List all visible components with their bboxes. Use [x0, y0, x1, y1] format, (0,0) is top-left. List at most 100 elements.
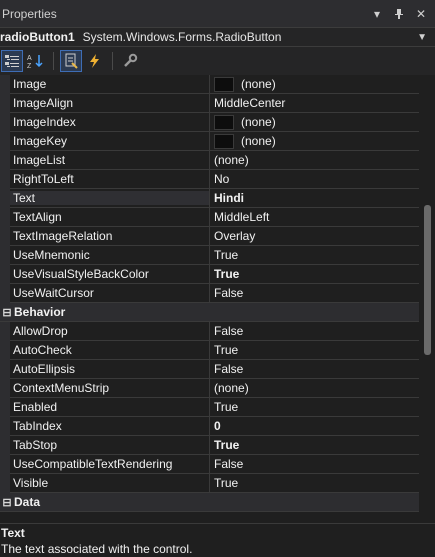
property-value-text: False	[214, 286, 244, 300]
properties-icon[interactable]	[60, 50, 82, 72]
property-row[interactable]: TextAlign MiddleLeft	[0, 207, 419, 227]
property-value[interactable]: True	[209, 264, 419, 284]
property-row[interactable]: UseWaitCursor False	[0, 283, 419, 303]
property-value[interactable]: Hindi	[209, 188, 419, 208]
row-gutter	[0, 264, 10, 284]
property-value[interactable]: True	[209, 245, 419, 265]
svg-text:Z: Z	[27, 63, 32, 69]
category-label: Data	[14, 495, 41, 509]
property-pages-icon[interactable]	[120, 51, 140, 71]
property-value[interactable]: MiddleLeft	[209, 207, 419, 227]
property-value[interactable]: (none)	[209, 150, 419, 170]
category-behavior[interactable]: ⊟ Behavior	[0, 303, 419, 322]
svg-text:A: A	[27, 55, 32, 62]
property-value-text: Hindi	[214, 191, 244, 205]
property-value[interactable]: (none)	[209, 112, 419, 132]
toolbar-separator	[53, 52, 54, 70]
categorized-icon[interactable]	[1, 50, 23, 72]
property-value[interactable]: (none)	[209, 75, 419, 94]
collapse-icon[interactable]: ⊟	[0, 306, 14, 319]
property-name: TextAlign	[13, 210, 62, 224]
alphabetical-icon[interactable]: A Z	[26, 51, 46, 71]
description-title: Text	[1, 526, 25, 540]
property-row[interactable]: TabStop True	[0, 435, 419, 455]
property-row[interactable]: TextImageRelation Overlay	[0, 226, 419, 246]
property-row[interactable]: Image (none)	[0, 75, 419, 94]
row-gutter	[0, 454, 10, 474]
property-name: ImageAlign	[13, 96, 74, 110]
close-icon[interactable]: ✕	[413, 6, 429, 22]
property-row[interactable]: ImageList (none)	[0, 150, 419, 170]
property-row[interactable]: ImageIndex (none)	[0, 112, 419, 132]
property-value[interactable]: True	[209, 435, 419, 455]
property-name: RightToLeft	[13, 172, 74, 186]
collapse-icon[interactable]: ⊟	[0, 496, 14, 509]
vertical-scrollbar[interactable]	[419, 75, 435, 517]
property-value-text: MiddleLeft	[214, 210, 270, 224]
property-value[interactable]: No	[209, 169, 419, 189]
property-value[interactable]: (none)	[209, 131, 419, 151]
property-row[interactable]: Visible True	[0, 473, 419, 493]
property-value[interactable]: True	[209, 340, 419, 360]
row-gutter	[0, 321, 10, 341]
property-row[interactable]: UseCompatibleTextRendering False	[0, 454, 419, 474]
property-value[interactable]: False	[209, 359, 419, 379]
row-gutter	[0, 340, 10, 360]
property-name: UseCompatibleTextRendering	[13, 457, 173, 471]
row-gutter	[0, 378, 10, 398]
property-row[interactable]: AutoEllipsis False	[0, 359, 419, 379]
description-text: The text associated with the control.	[1, 542, 193, 556]
row-gutter	[0, 112, 10, 132]
property-row[interactable]: UseMnemonic True	[0, 245, 419, 265]
property-value[interactable]: False	[209, 283, 419, 303]
object-name: radioButton1	[0, 30, 75, 44]
property-value[interactable]: Overlay	[209, 226, 419, 246]
pin-icon[interactable]	[391, 6, 407, 22]
scrollbar-thumb[interactable]	[424, 205, 431, 355]
property-value-text: False	[214, 457, 244, 471]
object-type: System.Windows.Forms.RadioButton	[82, 30, 282, 44]
property-row[interactable]: UseVisualStyleBackColor True	[0, 264, 419, 284]
property-value-text: False	[214, 324, 244, 338]
property-row[interactable]: ImageKey (none)	[0, 131, 419, 151]
property-row[interactable]: ContextMenuStrip (none)	[0, 378, 419, 398]
row-gutter	[0, 226, 10, 246]
property-name: ImageIndex	[13, 115, 76, 129]
property-value-text: False	[214, 362, 244, 376]
property-value-text: MiddleCenter	[214, 96, 286, 110]
property-name: AutoEllipsis	[13, 362, 76, 376]
property-value[interactable]: MiddleCenter	[209, 93, 419, 113]
property-value[interactable]: 0	[209, 416, 419, 436]
property-row[interactable]: Enabled True	[0, 397, 419, 417]
property-value[interactable]: (none)	[209, 378, 419, 398]
value-swatch	[214, 133, 234, 149]
property-value[interactable]: True	[209, 473, 419, 493]
property-row[interactable]: AllowDrop False	[0, 321, 419, 341]
property-value-text: True	[214, 400, 239, 414]
dropdown-menu-icon[interactable]: ▾	[369, 6, 385, 22]
property-name: AllowDrop	[13, 324, 68, 338]
object-selector[interactable]: radioButton1 System.Windows.Forms.RadioB…	[0, 27, 435, 47]
property-name: UseMnemonic	[13, 248, 90, 262]
property-row[interactable]: ImageAlign MiddleCenter	[0, 93, 419, 113]
property-value-text: True	[214, 438, 240, 452]
row-gutter	[0, 245, 10, 265]
property-name: ImageList	[13, 153, 66, 167]
property-row[interactable]: RightToLeft No	[0, 169, 419, 189]
property-row[interactable]: TabIndex 0	[0, 416, 419, 436]
property-row[interactable]: AutoCheck True	[0, 340, 419, 360]
property-name: TabIndex	[13, 419, 62, 433]
property-value-text: 0	[214, 419, 221, 433]
property-value-text: (none)	[214, 381, 249, 395]
property-name: ImageKey	[13, 134, 68, 148]
property-value-text: (none)	[214, 153, 249, 167]
property-value-text: (none)	[241, 77, 276, 91]
events-icon[interactable]	[85, 51, 105, 71]
category-data[interactable]: ⊟ Data	[0, 493, 419, 512]
property-name: Enabled	[13, 400, 58, 414]
chevron-down-icon[interactable]: ▼	[417, 32, 427, 43]
property-value[interactable]: False	[209, 321, 419, 341]
property-value[interactable]: False	[209, 454, 419, 474]
property-value[interactable]: True	[209, 397, 419, 417]
property-row[interactable]: Text Hindi	[0, 188, 419, 208]
